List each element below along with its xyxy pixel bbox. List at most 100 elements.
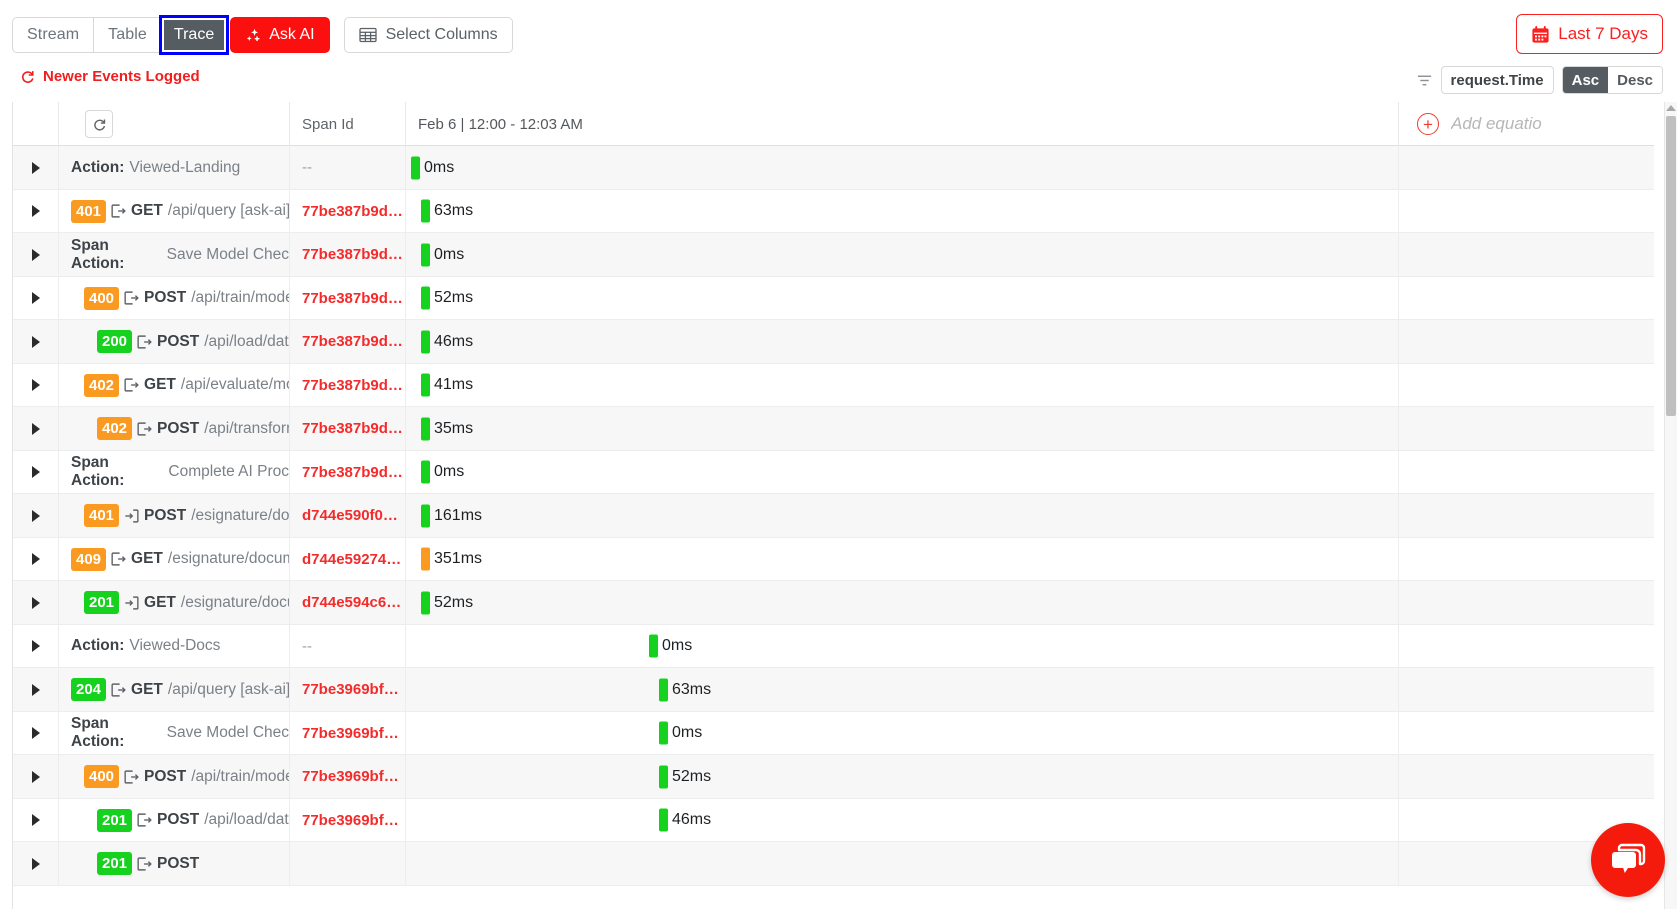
table-row[interactable]: Action: Viewed-Landing -- 0ms: [13, 146, 1654, 190]
plus-circle-icon[interactable]: +: [1417, 113, 1439, 135]
table-row[interactable]: 200 POST/api/load/data 77be387b9d… 46ms: [13, 320, 1654, 364]
outbound-arrow-icon: [111, 552, 126, 566]
timeline-duration-label: 0ms: [662, 637, 693, 655]
status-badge: 409: [71, 547, 107, 571]
row-span-id-cell[interactable]: --: [290, 624, 406, 668]
row-event-cell: Action: Viewed-Landing: [59, 146, 290, 190]
filter-icon[interactable]: [1416, 72, 1433, 89]
expand-caret-icon[interactable]: [31, 596, 40, 609]
ask-ai-button[interactable]: Ask AI: [230, 17, 330, 53]
row-span-id-cell[interactable]: 77be387b9d…: [290, 233, 406, 277]
refresh-button[interactable]: [85, 110, 113, 138]
table-row[interactable]: 409 GET/esignature/docum d744e59274… 351ms: [13, 537, 1654, 581]
table-row[interactable]: 400 POST/api/train/mode 77be387b9d… 52ms: [13, 276, 1654, 320]
span-id-value: 77be3969bf…: [302, 724, 399, 742]
row-expand-cell: [13, 450, 59, 494]
row-span-id-cell[interactable]: 77be387b9d…: [290, 363, 406, 407]
table-row[interactable]: 401 GET/api/query [ask-ai]. 77be387b9d… 63m…: [13, 189, 1654, 233]
scroll-up-arrow-icon[interactable]: [1666, 105, 1676, 111]
expand-caret-icon[interactable]: [31, 379, 40, 392]
row-event-cell: 402 POST/api/transform: [59, 407, 290, 451]
row-equation-cell: [1399, 494, 1654, 538]
request-method: GET: [131, 680, 163, 698]
row-timeline-cell: 52ms: [406, 276, 1399, 320]
expand-caret-icon[interactable]: [31, 770, 40, 783]
tab-trace[interactable]: Trace: [158, 15, 230, 55]
date-range-button[interactable]: Last 7 Days: [1516, 14, 1663, 54]
expand-caret-icon[interactable]: [31, 814, 40, 827]
table-row[interactable]: 201 POST/api/load/data 77be3969bf… 46ms: [13, 798, 1654, 842]
table-row[interactable]: Span Action: Save Model Chec 77be387b9d… 0m…: [13, 233, 1654, 277]
tab-stream[interactable]: Stream: [12, 17, 95, 53]
tab-table-label: Table: [108, 26, 147, 43]
request-path: /api/load/data: [204, 811, 290, 829]
row-timeline-cell: 0ms: [406, 711, 1399, 755]
expand-caret-icon[interactable]: [31, 335, 40, 348]
table-row[interactable]: Action: Viewed-Docs -- 0ms: [13, 624, 1654, 668]
row-span-id-cell[interactable]: 77be387b9d…: [290, 189, 406, 233]
row-expand-cell: [13, 363, 59, 407]
row-span-id-cell[interactable]: [290, 842, 406, 886]
status-badge: 401: [84, 504, 120, 528]
tab-trace-label: Trace: [173, 26, 215, 43]
expand-caret-icon[interactable]: [31, 857, 40, 870]
scrollbar-thumb[interactable]: [1666, 116, 1676, 416]
expand-caret-icon[interactable]: [31, 422, 40, 435]
row-span-id-cell[interactable]: 77be3969bf…: [290, 668, 406, 712]
table-row[interactable]: 400 POST/api/train/mode 77be3969bf… 52ms: [13, 755, 1654, 799]
header-span-id[interactable]: Span Id: [290, 102, 406, 146]
table-row[interactable]: Span Action: Complete AI Proc 77be387b9d… 0…: [13, 450, 1654, 494]
row-span-id-cell[interactable]: 77be387b9d…: [290, 320, 406, 364]
sort-asc-button[interactable]: Asc: [1562, 67, 1609, 93]
timeline-duration-label: 0ms: [424, 158, 455, 176]
row-span-id-cell[interactable]: --: [290, 146, 406, 190]
row-span-id-cell[interactable]: 77be387b9d…: [290, 450, 406, 494]
expand-caret-icon[interactable]: [31, 640, 40, 653]
newer-events-logged-button[interactable]: Newer Events Logged: [20, 68, 200, 85]
expand-caret-icon[interactable]: [31, 553, 40, 566]
row-span-id-cell[interactable]: d744e594c6…: [290, 581, 406, 625]
row-span-id-cell[interactable]: d744e590f0…: [290, 494, 406, 538]
row-span-id-cell[interactable]: d744e59274…: [290, 537, 406, 581]
chat-support-button[interactable]: [1591, 823, 1665, 897]
timeline-duration-bar: [421, 591, 430, 615]
row-timeline-cell: 0ms: [406, 624, 1399, 668]
expand-caret-icon[interactable]: [31, 205, 40, 218]
row-expand-cell: [13, 320, 59, 364]
sort-field-select[interactable]: request.Time: [1440, 66, 1554, 94]
row-expand-cell: [13, 755, 59, 799]
row-action-value: Save Model Chec: [166, 245, 289, 263]
expand-caret-icon[interactable]: [31, 292, 40, 305]
table-row[interactable]: 201 GET/esignature/docu d744e594c6… 52ms: [13, 581, 1654, 625]
table-row[interactable]: 401 POST/esignature/doc d744e590f0… 161ms: [13, 494, 1654, 538]
request-method: GET: [144, 376, 176, 394]
row-span-id-cell[interactable]: 77be3969bf…: [290, 755, 406, 799]
timeline-duration-bar: [421, 330, 430, 354]
select-columns-button[interactable]: Select Columns: [343, 17, 513, 53]
row-span-id-cell[interactable]: 77be3969bf…: [290, 798, 406, 842]
expand-caret-icon[interactable]: [31, 509, 40, 522]
tab-table[interactable]: Table: [94, 17, 162, 53]
table-row[interactable]: 201 POST: [13, 842, 1654, 886]
row-span-id-cell[interactable]: 77be3969bf…: [290, 711, 406, 755]
expand-caret-icon[interactable]: [31, 466, 40, 479]
sort-desc-button[interactable]: Desc: [1608, 67, 1662, 93]
expand-caret-icon[interactable]: [31, 683, 40, 696]
header-add-equation[interactable]: + Add equatio: [1399, 102, 1654, 146]
table-row[interactable]: 402 POST/api/transform 77be387b9d… 35ms: [13, 407, 1654, 451]
vertical-scrollbar[interactable]: [1664, 102, 1677, 909]
expand-caret-icon[interactable]: [31, 248, 40, 261]
row-span-id-cell[interactable]: 77be387b9d…: [290, 407, 406, 451]
table-row[interactable]: Span Action: Save Model Chec 77be3969bf… 0m…: [13, 711, 1654, 755]
expand-caret-icon[interactable]: [31, 727, 40, 740]
table-row[interactable]: 204 GET/api/query [ask-ai]. 77be3969bf… 63m…: [13, 668, 1654, 712]
span-id-value: 77be387b9d…: [302, 246, 403, 264]
request-method: GET: [131, 202, 163, 220]
row-span-id-cell[interactable]: 77be387b9d…: [290, 276, 406, 320]
timeline-duration-label: 161ms: [434, 506, 483, 524]
row-event-cell: 409 GET/esignature/docum: [59, 537, 290, 581]
row-event-cell: 201 GET/esignature/docu: [59, 581, 290, 625]
table-row[interactable]: 402 GET/api/evaluate/mo 77be387b9d… 41ms: [13, 363, 1654, 407]
expand-caret-icon[interactable]: [31, 161, 40, 174]
row-expand-cell: [13, 624, 59, 668]
